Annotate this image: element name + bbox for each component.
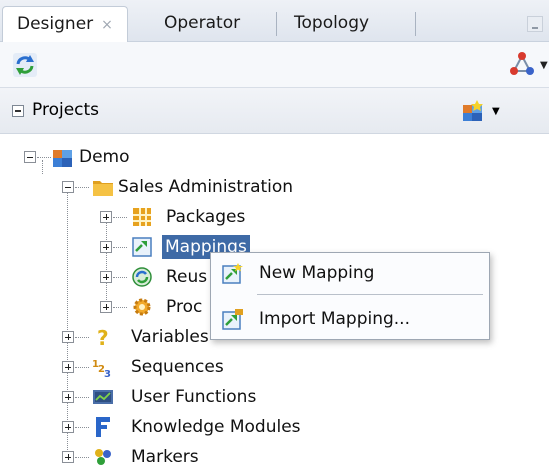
tree-node-sequences[interactable]: 1 2 3 Sequences (0, 352, 549, 382)
tab-topology-label: Topology (294, 13, 370, 33)
tab-separator (276, 12, 277, 36)
tree-label: Knowledge Modules (131, 417, 301, 437)
chevron-down-icon[interactable]: ▼ (492, 106, 500, 117)
tab-designer[interactable]: Designer × (2, 6, 128, 42)
tree-node-knowledge-modules[interactable]: Knowledge Modules (0, 412, 549, 442)
package-icon (133, 208, 151, 226)
tree-node-packages[interactable]: Packages (0, 202, 549, 232)
expand-node-icon[interactable] (100, 271, 112, 283)
menu-separator (257, 294, 483, 295)
tree-label: Sales Administration (118, 177, 294, 197)
tree-connector (75, 427, 89, 428)
tree-connector (113, 277, 127, 278)
tab-bar: Designer × Operator Topology (0, 0, 549, 42)
tree-connector (75, 337, 89, 338)
tree-connector (75, 187, 89, 188)
new-project-icon[interactable] (462, 100, 484, 122)
tab-designer-label: Designer (17, 14, 94, 34)
sequence-icon: 1 2 3 (92, 359, 111, 378)
expand-node-icon[interactable] (62, 391, 74, 403)
import-mapping-icon (222, 309, 243, 330)
folder-icon (93, 181, 113, 196)
menu-item-label: New Mapping (259, 263, 375, 283)
tree-label: Variables (131, 327, 209, 347)
context-menu: New Mapping Import Mapping... (210, 252, 490, 340)
refresh-icon[interactable] (12, 52, 38, 78)
marker-icon (95, 449, 111, 465)
expand-node-icon[interactable] (62, 361, 74, 373)
tree-connector (75, 397, 89, 398)
tree-node-demo[interactable]: Demo (0, 142, 549, 172)
projects-section-header[interactable]: Projects ▼ (0, 88, 549, 134)
collapse-icon[interactable] (12, 105, 24, 117)
chevron-down-icon[interactable]: ▼ (540, 60, 548, 71)
tree-connector (75, 457, 89, 458)
collapse-node-icon[interactable] (24, 151, 36, 163)
new-mapping-icon (222, 263, 243, 284)
tree-connector (113, 217, 127, 218)
menu-item-label: Import Mapping... (259, 309, 410, 329)
expand-node-icon[interactable] (62, 331, 74, 343)
connect-icon[interactable] (508, 50, 536, 78)
menu-item-import-mapping[interactable]: Import Mapping... (211, 301, 489, 339)
minimize-icon[interactable] (527, 16, 543, 32)
mapping-icon (132, 237, 152, 257)
expand-node-icon[interactable] (100, 301, 112, 313)
tree-connector (37, 157, 51, 158)
tree-label: Packages (166, 207, 246, 227)
svg-text:?: ? (97, 326, 109, 348)
tree-label: Sequences (131, 357, 224, 377)
tree-node-markers[interactable]: Markers (0, 442, 549, 472)
tab-topology[interactable]: Topology (280, 6, 383, 42)
project-icon (53, 150, 72, 167)
user-function-icon (93, 390, 113, 404)
tab-operator-label: Operator (164, 13, 241, 33)
tree-connector (75, 367, 89, 368)
tree-node-sales-administration[interactable]: Sales Administration (0, 172, 549, 202)
expand-node-icon[interactable] (100, 211, 112, 223)
collapse-node-icon[interactable] (62, 181, 74, 193)
tree-label: Markers (131, 447, 199, 467)
section-title: Projects (32, 100, 100, 120)
tab-operator[interactable]: Operator (150, 6, 254, 42)
tab-close-icon[interactable]: × (101, 17, 113, 33)
tree-label: Reus (166, 267, 208, 287)
menu-item-new-mapping[interactable]: New Mapping (211, 255, 489, 293)
tree-connector (113, 307, 127, 308)
knowledge-module-icon (96, 417, 110, 437)
expand-node-icon[interactable] (62, 421, 74, 433)
variable-icon: ? (97, 326, 109, 348)
tree-label: Demo (79, 147, 130, 167)
tree-label: User Functions (131, 387, 257, 407)
expand-node-icon[interactable] (100, 241, 112, 253)
tree-node-user-functions[interactable]: User Functions (0, 382, 549, 412)
navigator-toolbar: ▼ (0, 42, 549, 88)
tab-separator (415, 12, 416, 36)
expand-node-icon[interactable] (62, 451, 74, 463)
reusable-mapping-icon (132, 267, 152, 287)
tree-label: Proc (166, 297, 203, 317)
designer-navigator: Designer × Operator Topology ▼ Projects … (0, 0, 549, 475)
tree-connector (113, 247, 127, 248)
procedure-gear-icon (133, 298, 151, 316)
svg-text:3: 3 (104, 369, 111, 378)
